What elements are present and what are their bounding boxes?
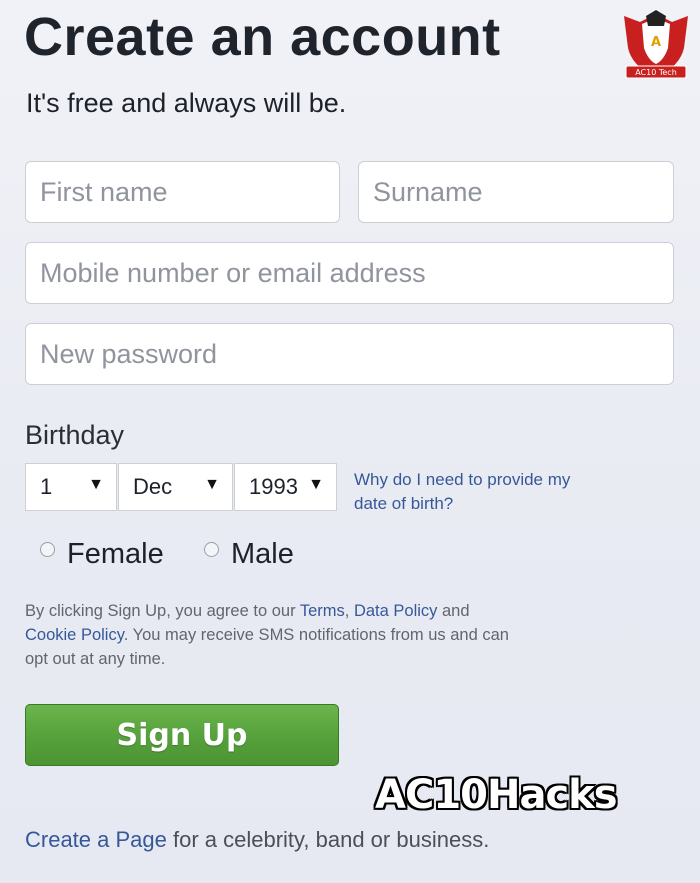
sign-up-button[interactable]: Sign Up — [25, 704, 339, 766]
birthday-day-select[interactable]: 1 ▼ — [25, 463, 117, 511]
data-policy-link[interactable]: Data Policy — [354, 602, 437, 620]
contact-input[interactable] — [25, 242, 674, 304]
svg-text:A: A — [651, 35, 661, 50]
watermark-text: AC10Hacks — [375, 772, 618, 818]
terms-link[interactable]: Terms — [300, 602, 345, 620]
create-page-rest: for a celebrity, band or business. — [166, 827, 490, 852]
dropdown-arrow-icon: ▼ — [308, 476, 324, 493]
gender-option-female[interactable]: Female — [40, 538, 164, 571]
svg-text:AC10 Tech: AC10 Tech — [635, 68, 677, 77]
female-radio[interactable] — [40, 542, 55, 557]
first-name-input[interactable] — [25, 161, 340, 223]
birthday-month-select[interactable]: Dec ▼ — [118, 463, 233, 511]
terms-prefix: By clicking Sign Up, you agree to our — [25, 602, 300, 620]
why-birthday-link[interactable]: Why do I need to provide my date of birt… — [354, 468, 604, 516]
birthday-label: Birthday — [25, 420, 125, 450]
ac10-tech-logo: A AC10 Tech — [624, 10, 688, 79]
dropdown-arrow-icon: ▼ — [88, 476, 104, 493]
male-radio[interactable] — [204, 542, 219, 557]
male-label: Male — [231, 538, 294, 570]
gender-option-male[interactable]: Male — [204, 538, 294, 571]
birthday-day-value: 1 — [40, 474, 53, 499]
female-label: Female — [67, 538, 164, 570]
terms-comma: , — [344, 602, 354, 620]
password-input[interactable] — [25, 323, 674, 385]
birthday-year-select[interactable]: 1993 ▼ — [234, 463, 337, 511]
cookie-policy-link[interactable]: Cookie Policy — [25, 626, 124, 644]
surname-input[interactable] — [358, 161, 674, 223]
create-page-text: Create a Page for a celebrity, band or b… — [25, 827, 489, 853]
page-subtitle: It's free and always will be. — [26, 88, 347, 118]
create-page-link[interactable]: Create a Page — [25, 827, 167, 852]
terms-and: and — [437, 602, 470, 620]
page-title: Create an account — [24, 7, 501, 67]
dropdown-arrow-icon: ▼ — [204, 476, 220, 493]
birthday-year-value: 1993 — [249, 474, 298, 499]
birthday-month-value: Dec — [133, 474, 173, 499]
terms-text: By clicking Sign Up, you agree to our Te… — [25, 599, 525, 671]
